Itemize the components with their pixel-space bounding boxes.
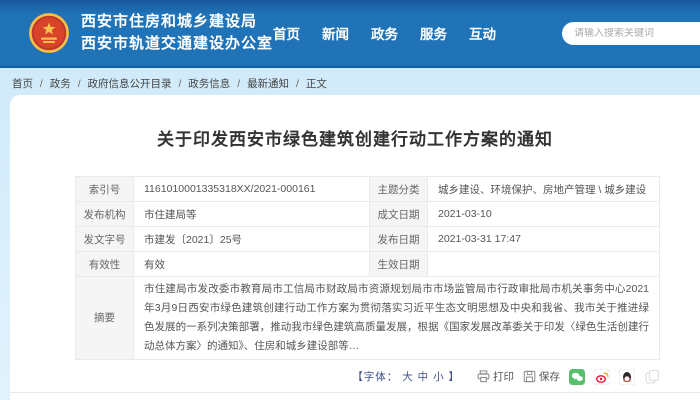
font-size-suffix: 】 [449, 371, 461, 383]
save-icon [523, 370, 536, 383]
topic-category-label: 主题分类 [370, 177, 428, 202]
search-box[interactable] [562, 22, 700, 45]
main-nav: 首页 新闻 政务 服务 互动 [273, 23, 496, 43]
printer-icon [477, 370, 490, 383]
breadcrumb-separator: / [40, 78, 43, 90]
font-size-prefix: 【字体： [352, 371, 398, 383]
nav-interaction[interactable]: 互动 [469, 23, 496, 43]
topic-category-value: 城乡建设、环境保护、房地产管理 \ 城乡建设 [428, 177, 660, 202]
content-divider [10, 392, 700, 393]
nav-home[interactable]: 首页 [273, 23, 300, 43]
breadcrumb-current: 正文 [306, 78, 327, 90]
written-date-value: 2021-03-10 [428, 202, 660, 227]
document-number-label: 发文字号 [76, 227, 134, 252]
font-size-small-button[interactable]: 小 [433, 371, 445, 383]
breadcrumb-latest-notices[interactable]: 最新通知 [247, 78, 289, 90]
nav-news[interactable]: 新闻 [322, 23, 349, 43]
issuing-agency-label: 发布机构 [76, 202, 134, 227]
copy-link-icon[interactable] [644, 369, 660, 385]
wechat-share-icon[interactable] [569, 369, 585, 385]
abstract-value: 市住建局市发改委市教育局市工信局市财政局市资源规划局市市场监管局市行政审批局市机… [134, 277, 660, 360]
index-number-value: 1161010001335318XX/2021-000161 [134, 177, 370, 202]
site-title-line1: 西安市住房和城乡建设局 [81, 11, 273, 33]
font-size-large-button[interactable]: 大 [402, 371, 414, 383]
breadcrumb-separator: / [237, 78, 240, 90]
site-title-line2: 西安市轨道交通建设办公室 [81, 33, 273, 55]
nav-government[interactable]: 政务 [371, 23, 398, 43]
written-date-label: 成文日期 [370, 202, 428, 227]
table-row: 索引号 1161010001335318XX/2021-000161 主题分类 … [76, 177, 660, 202]
validity-value: 有效 [134, 252, 370, 277]
abstract-label: 摘要 [76, 277, 134, 360]
national-emblem-logo [28, 12, 70, 54]
qq-share-icon[interactable] [619, 369, 635, 385]
table-row: 发布机构 市住建局等 成文日期 2021-03-10 [76, 202, 660, 227]
print-button[interactable]: 打印 [477, 369, 514, 384]
article-toolbar: 【字体： 大 中 小 】 打印 保存 [60, 369, 660, 385]
site-title: 西安市住房和城乡建设局 西安市轨道交通建设办公室 [81, 11, 273, 55]
save-label: 保存 [539, 369, 560, 384]
breadcrumb-gov-info[interactable]: 政务信息 [188, 78, 230, 90]
print-label: 打印 [493, 369, 514, 384]
effective-date-value [428, 252, 660, 277]
breadcrumb-home[interactable]: 首页 [12, 78, 33, 90]
document-meta-table: 索引号 1161010001335318XX/2021-000161 主题分类 … [75, 176, 660, 360]
save-button[interactable]: 保存 [523, 369, 560, 384]
page-title: 关于印发西安市绿色建筑创建行动工作方案的通知 [60, 125, 650, 150]
breadcrumb-government[interactable]: 政务 [50, 78, 71, 90]
index-number-label: 索引号 [76, 177, 134, 202]
validity-label: 有效性 [76, 252, 134, 277]
breadcrumb-separator: / [178, 78, 181, 90]
publish-date-label: 发布日期 [370, 227, 428, 252]
search-input[interactable] [574, 28, 700, 39]
breadcrumb-separator: / [296, 78, 299, 90]
table-row: 发文字号 市建发〔2021〕25号 发布日期 2021-03-31 17:47 [76, 227, 660, 252]
publish-date-value: 2021-03-31 17:47 [428, 227, 660, 252]
table-row: 摘要 市住建局市发改委市教育局市工信局市财政局市资源规划局市市场监管局市行政审批… [76, 277, 660, 360]
table-row: 有效性 有效 生效日期 [76, 252, 660, 277]
font-size-medium-button[interactable]: 中 [418, 371, 430, 383]
effective-date-label: 生效日期 [370, 252, 428, 277]
document-number-value: 市建发〔2021〕25号 [134, 227, 370, 252]
weibo-share-icon[interactable] [594, 369, 610, 385]
article-card: 关于印发西安市绿色建筑创建行动工作方案的通知 索引号 1161010001335… [10, 95, 700, 400]
breadcrumb: 首页 / 政务 / 政府信息公开目录 / 政务信息 / 最新通知 / 正文 [0, 68, 700, 97]
font-size-control: 【字体： 大 中 小 】 [352, 369, 460, 384]
nav-services[interactable]: 服务 [420, 23, 447, 43]
site-header: 西安市住房和城乡建设局 西安市轨道交通建设办公室 首页 新闻 政务 服务 互动 [0, 0, 700, 68]
issuing-agency-value: 市住建局等 [134, 202, 370, 227]
page: 西安市住房和城乡建设局 西安市轨道交通建设办公室 首页 新闻 政务 服务 互动 … [0, 0, 700, 400]
breadcrumb-info-directory[interactable]: 政府信息公开目录 [88, 78, 172, 90]
breadcrumb-separator: / [78, 78, 81, 90]
